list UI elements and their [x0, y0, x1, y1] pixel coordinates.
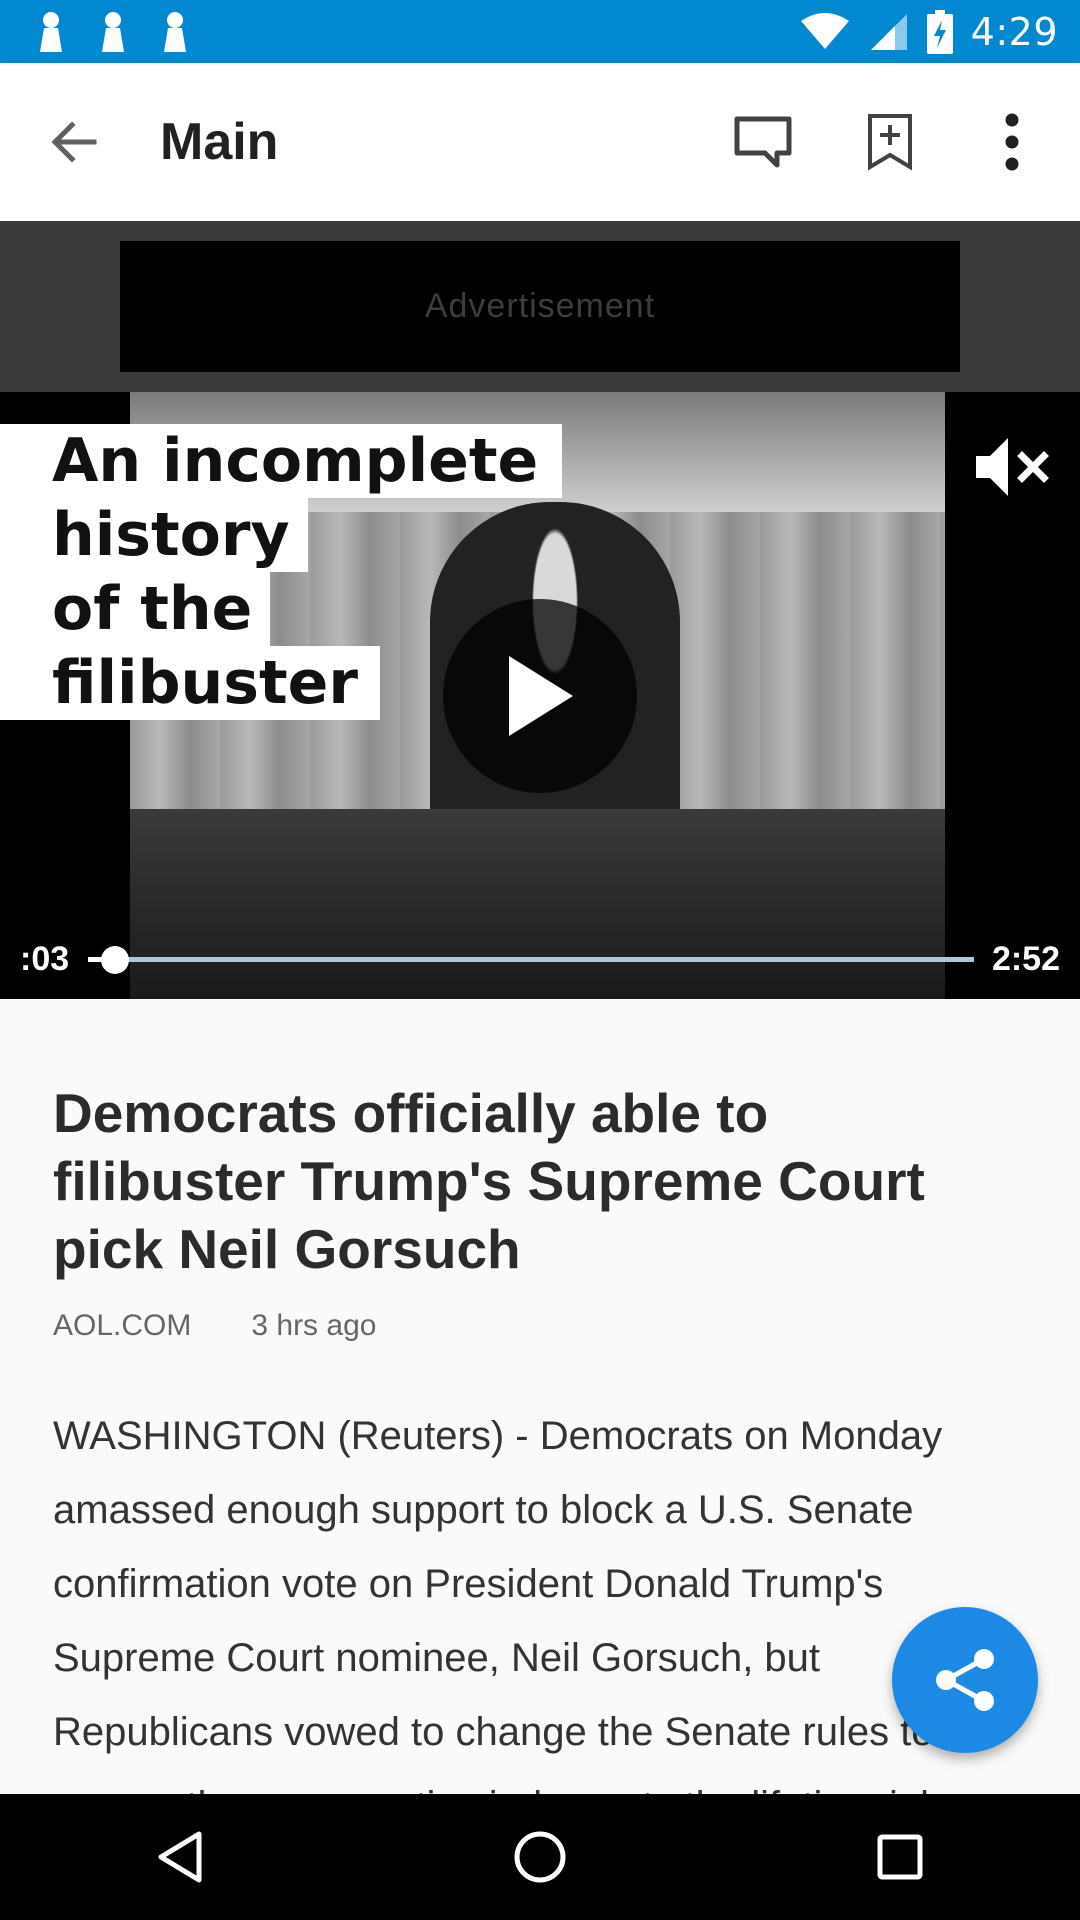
article-headline: Democrats officially able to filibuster …: [53, 1082, 925, 1280]
bookmark-add-icon[interactable]: [867, 113, 913, 171]
mute-icon[interactable]: [972, 432, 1050, 502]
nav-recents-button[interactable]: [868, 1825, 932, 1889]
system-nav-bar: [0, 1794, 1080, 1920]
notification-icon: [102, 11, 124, 52]
video-progress-bar[interactable]: [88, 945, 974, 974]
caption-line: history: [0, 498, 308, 572]
article-meta: AOL.COM 3 hrs ago: [53, 1309, 376, 1343]
notification-icon: [40, 11, 62, 52]
ad-banner[interactable]: Advertisement: [120, 241, 960, 372]
nav-back-button[interactable]: [148, 1825, 212, 1889]
back-arrow-icon[interactable]: [44, 112, 104, 172]
more-vert-icon[interactable]: [1000, 112, 1024, 172]
play-icon: [509, 656, 573, 736]
nav-home-icon: [514, 1831, 566, 1883]
status-bar: 4:29: [0, 0, 1080, 63]
play-button[interactable]: [443, 599, 637, 793]
caption-line: filibuster: [0, 646, 380, 720]
share-icon: [936, 1649, 994, 1711]
caption-line: An incomplete: [0, 424, 563, 498]
status-time: 4:29: [970, 9, 1058, 54]
ad-label: Advertisement: [424, 287, 656, 325]
progress-handle[interactable]: [100, 945, 129, 974]
nav-home-button[interactable]: [508, 1825, 572, 1889]
share-button[interactable]: [892, 1607, 1038, 1753]
notification-icons: [32, 10, 194, 54]
current-time: :03: [20, 940, 70, 978]
nav-recents-icon: [877, 1834, 923, 1880]
signal-icon: [870, 13, 907, 50]
comment-icon[interactable]: [733, 115, 793, 169]
article-time: 3 hrs ago: [251, 1309, 377, 1342]
ad-area: Advertisement: [0, 221, 1080, 392]
battery-charging-icon: [926, 9, 953, 54]
article-source[interactable]: AOL.COM: [53, 1309, 191, 1343]
nav-back-icon: [158, 1831, 202, 1883]
caption-line: of the: [0, 572, 271, 646]
video-player[interactable]: An incomplete history of the filibuster …: [0, 392, 1080, 999]
total-time: 2:52: [991, 940, 1060, 978]
status-indicators: 4:29: [799, 9, 1058, 54]
app-bar: Main: [0, 63, 1080, 221]
page-title: Main: [160, 113, 279, 171]
notification-icon: [164, 11, 186, 52]
wifi-icon: [800, 12, 849, 49]
article-body: WASHINGTON (Reuters) - Democrats on Mond…: [53, 1414, 954, 1794]
